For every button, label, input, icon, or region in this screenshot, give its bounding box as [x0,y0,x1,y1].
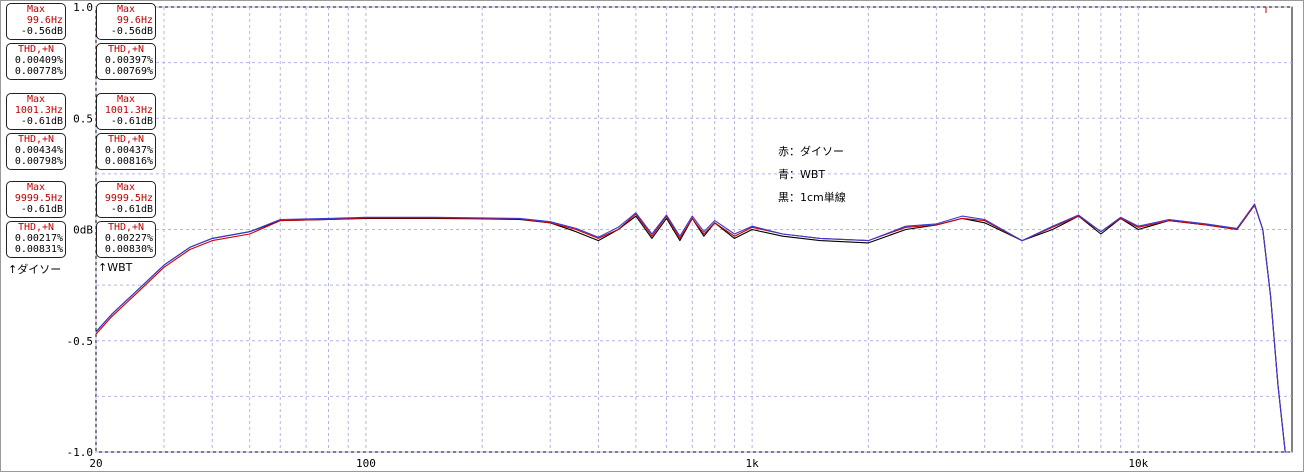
readout-title: THD,+N [107,222,145,233]
max-frequency: 99.6Hz [26,15,63,26]
thd-value-1: 0.00437% [104,145,153,156]
panel-caption: ↑WBT [98,261,133,274]
thd-value-1: 0.00227% [104,233,153,244]
thd-readout-box: THD,+N 0.00434% 0.00798% [6,133,66,170]
x-tick-label: 10k [1128,457,1148,470]
max-readout-box: Max 9999.5Hz -0.61dB [96,181,156,218]
max-frequency: 99.6Hz [116,15,153,26]
readout-title: Max [26,182,46,193]
legend-note-blue: 青：WBT [778,168,826,181]
max-level: -0.56dB [110,26,153,37]
max-level: -0.61dB [20,116,63,127]
y-tick-label: 0.5 [73,112,93,125]
x-tick-label: 100 [356,457,376,470]
readout-title: THD,+N [107,44,145,55]
thd-value-2: 0.00778% [14,66,63,77]
readout-title: THD,+N [17,44,55,55]
legend-note-black: 黒：1cm単線 [778,191,846,204]
thd-readout-box: THD,+N 0.00227% 0.00830% [96,221,156,258]
x-tick-label: 1k [746,457,760,470]
max-readout-box: Max 1001.3Hz -0.61dB [6,93,66,130]
max-level: -0.61dB [110,204,153,215]
thd-value-2: 0.00831% [14,244,63,255]
thd-value-2: 0.00830% [104,244,153,255]
max-level: -0.61dB [110,116,153,127]
thd-value-2: 0.00798% [14,156,63,167]
max-frequency: 9999.5Hz [104,193,153,204]
max-frequency: 1001.3Hz [14,105,63,116]
thd-readout-box: THD,+N 0.00409% 0.00778% [6,43,66,80]
max-frequency: 9999.5Hz [14,193,63,204]
thd-value-2: 0.00769% [104,66,153,77]
readout-title: THD,+N [107,134,145,145]
max-level: -0.56dB [20,26,63,37]
readout-title: Max [116,94,136,105]
thd-readout-box: THD,+N 0.00437% 0.00816% [96,133,156,170]
max-readout-box: Max 9999.5Hz -0.61dB [6,181,66,218]
y-tick-label: 1.0 [73,1,93,14]
thd-value-1: 0.00409% [14,55,63,66]
readout-title: Max [26,94,46,105]
max-readout-box: Max 99.6Hz -0.56dB [96,3,156,40]
panel-caption: ↑ダイソー [8,263,62,276]
y-tick-label: -0.5 [67,335,94,348]
thd-value-1: 0.00434% [14,145,63,156]
readout-title: THD,+N [17,134,55,145]
max-frequency: 1001.3Hz [104,105,153,116]
max-readout-box: Max 99.6Hz -0.56dB [6,3,66,40]
thd-readout-box: THD,+N 0.00397% 0.00769% [96,43,156,80]
frequency-response-chart: 20 100 1k 10k1.00.50dB-0.5-1.0 [67,1,1293,470]
thd-value-1: 0.00217% [14,233,63,244]
legend-note-red: 赤：ダイソー [778,145,844,158]
max-level: -0.61dB [20,204,63,215]
readout-title: Max [26,4,46,15]
readout-title: THD,+N [17,222,55,233]
thd-readout-box: THD,+N 0.00217% 0.00831% [6,221,66,258]
readout-title: Max [116,4,136,15]
y-tick-label: -1.0 [67,446,94,459]
readout-title: Max [116,182,136,193]
max-readout-box: Max 1001.3Hz -0.61dB [96,93,156,130]
thd-value-2: 0.00816% [104,156,153,167]
thd-value-1: 0.00397% [104,55,153,66]
y-tick-label: 0dB [73,224,93,237]
